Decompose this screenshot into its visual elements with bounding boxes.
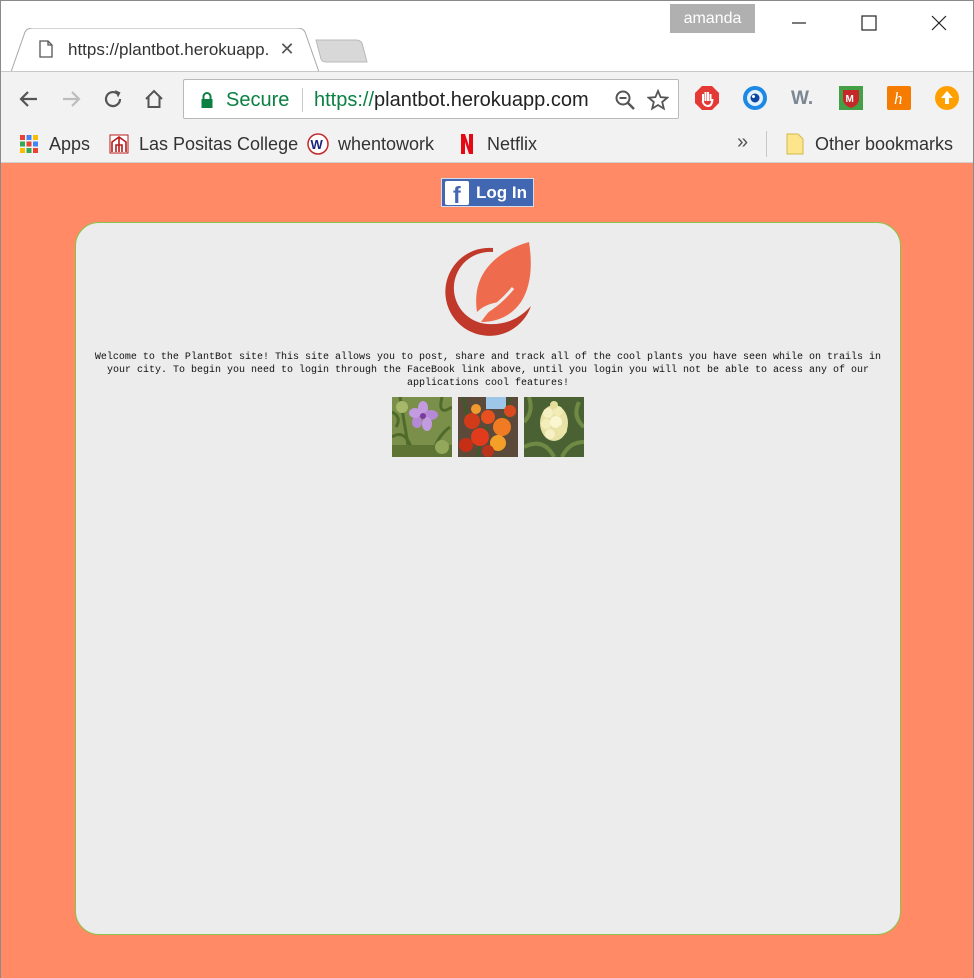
mcafee-extension[interactable]: M xyxy=(838,85,864,111)
eye-extension-icon xyxy=(743,86,767,110)
title-bar: https://plantbot.herokuapp.com ✕ amanda xyxy=(1,1,974,72)
purple-flower-photo xyxy=(392,397,452,457)
bookmarks-divider xyxy=(766,131,767,157)
svg-text:M: M xyxy=(846,94,854,105)
forward-arrow-icon xyxy=(63,91,81,107)
url-host: plantbot.herokuapp.com xyxy=(374,89,589,111)
bookmark-whentowork[interactable]: W whentowork xyxy=(307,130,434,158)
adblock-icon xyxy=(695,86,719,110)
bookmark-apps[interactable]: Apps xyxy=(18,130,90,158)
w-extension[interactable]: W. xyxy=(790,85,816,111)
browser-tab[interactable]: https://plantbot.herokuapp.com ✕ xyxy=(11,28,319,72)
back-button[interactable] xyxy=(14,84,44,114)
red-orange-flowers-photo xyxy=(458,397,518,457)
back-arrow-icon xyxy=(19,91,37,107)
bookmarks-overflow-button[interactable]: » xyxy=(737,131,748,154)
other-bookmarks[interactable]: Other bookmarks xyxy=(784,130,953,158)
browser-window: https://plantbot.herokuapp.com ✕ amanda xyxy=(0,0,974,978)
bookmark-label: Las Positas College xyxy=(139,133,299,154)
tab-title: https://plantbot.herokuapp.com xyxy=(68,40,268,59)
address-divider xyxy=(302,88,303,112)
home-button[interactable] xyxy=(139,84,169,114)
page-viewport: f Log In Welcome to the PlantBot site! T… xyxy=(1,163,973,978)
las-positas-icon xyxy=(108,133,130,155)
minimize-button[interactable] xyxy=(764,1,834,45)
bookmark-label: Netflix xyxy=(487,133,538,154)
bookmark-label: Apps xyxy=(49,133,91,154)
adblock-extension[interactable] xyxy=(694,85,720,111)
close-window-button[interactable] xyxy=(904,1,974,45)
zoom-out-icon[interactable] xyxy=(614,89,636,111)
facebook-icon: f xyxy=(445,180,469,208)
facebook-login-label: Log In xyxy=(476,182,527,202)
bookmark-label: whentowork xyxy=(338,133,435,154)
folder-icon xyxy=(784,133,806,155)
page-icon xyxy=(39,40,53,58)
address-bar[interactable]: Secure https://plantbot.herokuapp.com xyxy=(183,79,679,119)
plantbot-leaf-logo xyxy=(445,242,531,336)
svg-text:W: W xyxy=(311,137,324,152)
svg-text:W.: W. xyxy=(791,88,813,109)
home-icon xyxy=(145,89,163,108)
w-extension-icon: W. xyxy=(791,88,813,109)
svg-text:h: h xyxy=(894,89,903,108)
reload-button[interactable] xyxy=(98,84,128,114)
url-scheme: https:// xyxy=(314,89,375,111)
welcome-text: Welcome to the PlantBot site! This site … xyxy=(94,352,882,389)
white-flower-photo xyxy=(524,397,584,457)
bookmark-netflix[interactable]: Netflix xyxy=(456,130,537,158)
apps-grid-icon xyxy=(18,133,40,155)
content-card: Welcome to the PlantBot site! This site … xyxy=(75,222,901,935)
reload-icon xyxy=(104,90,122,108)
browser-toolbar: Secure https://plantbot.herokuapp.com W. xyxy=(1,71,973,125)
mcafee-icon: M xyxy=(839,86,863,110)
minimize-icon xyxy=(792,22,806,24)
bookmark-star-icon[interactable] xyxy=(647,89,669,111)
lock-icon xyxy=(201,92,213,108)
forward-button[interactable] xyxy=(56,84,86,114)
eye-extension[interactable] xyxy=(742,85,768,111)
facebook-login-button[interactable]: f Log In xyxy=(441,178,534,208)
whentowork-icon: W xyxy=(307,133,329,155)
honey-icon: h xyxy=(887,86,911,110)
new-tab-button[interactable] xyxy=(314,39,368,63)
update-arrow-icon xyxy=(935,86,959,110)
profile-button[interactable]: amanda xyxy=(670,4,755,33)
maximize-button[interactable] xyxy=(834,1,904,45)
honey-extension[interactable]: h xyxy=(886,85,912,111)
netflix-icon xyxy=(456,133,478,155)
close-tab-icon[interactable]: ✕ xyxy=(277,39,297,59)
close-window-icon xyxy=(931,15,947,31)
maximize-icon xyxy=(861,15,877,31)
security-label: Secure xyxy=(226,89,290,111)
bookmark-las-positas[interactable]: Las Positas College xyxy=(108,130,298,158)
bookmarks-bar: Apps Las Positas College W whentowork Ne… xyxy=(1,125,973,163)
url-text[interactable]: https://plantbot.herokuapp.com xyxy=(314,89,606,112)
other-bookmarks-label: Other bookmarks xyxy=(815,133,954,154)
update-extension[interactable] xyxy=(934,85,960,111)
